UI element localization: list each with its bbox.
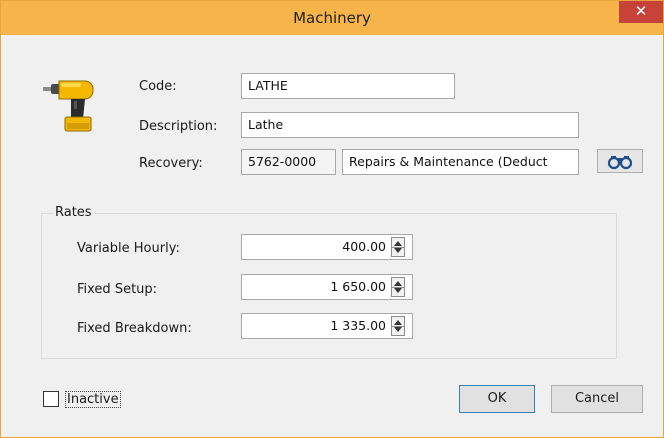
fixed-setup-spinner[interactable] xyxy=(391,277,405,297)
rates-group-label: Rates xyxy=(53,205,94,220)
window-title: Machinery xyxy=(293,9,371,27)
recovery-code-field: 5762-0000 xyxy=(241,149,336,175)
cordless-drill-icon xyxy=(43,80,94,132)
variable-hourly-spinner[interactable] xyxy=(391,237,405,257)
description-label: Description: xyxy=(139,119,218,134)
recovery-lookup-button[interactable] xyxy=(597,149,643,173)
inactive-label[interactable]: Inactive xyxy=(65,391,121,408)
ok-button[interactable]: OK xyxy=(459,385,535,413)
close-button[interactable]: ✕ xyxy=(619,1,663,23)
cancel-button[interactable]: Cancel xyxy=(551,385,643,413)
spin-down-icon[interactable] xyxy=(394,248,402,253)
machinery-dialog: Machinery ✕ Code: LATHE Description: Lat… xyxy=(0,0,664,438)
fixed-breakdown-label: Fixed Breakdown: xyxy=(77,321,192,336)
fixed-setup-label: Fixed Setup: xyxy=(77,282,158,297)
fixed-breakdown-input[interactable]: 1 335.00 xyxy=(241,313,413,339)
spin-up-icon[interactable] xyxy=(394,281,402,286)
binoculars-icon xyxy=(607,156,633,170)
spin-up-icon[interactable] xyxy=(394,241,402,246)
inactive-checkbox[interactable] xyxy=(43,391,59,407)
title-bar[interactable]: Machinery ✕ xyxy=(1,1,663,35)
variable-hourly-label: Variable Hourly: xyxy=(77,241,180,256)
spin-down-icon[interactable] xyxy=(394,327,402,332)
variable-hourly-input[interactable]: 400.00 xyxy=(241,234,413,260)
spin-up-icon[interactable] xyxy=(394,320,402,325)
code-label: Code: xyxy=(139,79,177,94)
fixed-setup-input[interactable]: 1 650.00 xyxy=(241,274,413,300)
recovery-label: Recovery: xyxy=(139,156,203,171)
description-input[interactable]: Lathe xyxy=(241,112,579,138)
recovery-name-field: Repairs & Maintenance (Deduct xyxy=(342,149,579,175)
spin-down-icon[interactable] xyxy=(394,288,402,293)
fixed-breakdown-spinner[interactable] xyxy=(391,316,405,336)
code-input[interactable]: LATHE xyxy=(241,73,455,99)
